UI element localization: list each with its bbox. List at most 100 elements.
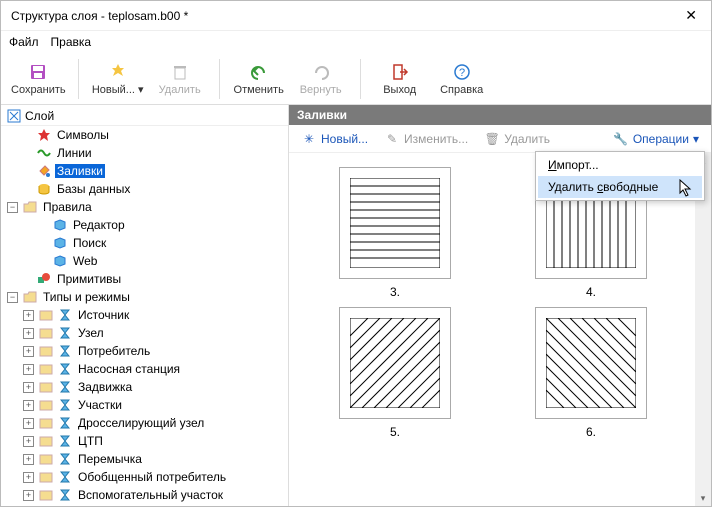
tree-item-lines[interactable]: Линии [1, 144, 288, 162]
tree-root[interactable]: Слой [1, 107, 288, 126]
window-title: Структура слоя - teplosam.b00 * [11, 9, 681, 23]
new-button[interactable]: Новый... ▾ [91, 56, 145, 102]
expand-icon[interactable]: + [23, 472, 34, 483]
help-icon: ? [452, 62, 472, 82]
vertical-scrollbar[interactable]: ▴ ▾ [695, 153, 711, 506]
panel-new-button[interactable]: ✳Новый... [295, 129, 374, 149]
exit-button[interactable]: Выход [373, 56, 427, 102]
tree-item-types[interactable]: −Типы и режимы [1, 288, 288, 306]
expand-icon[interactable]: + [23, 400, 34, 411]
pattern-item-3[interactable]: 3. [339, 167, 451, 299]
expand-icon[interactable]: + [23, 382, 34, 393]
pattern-item-6[interactable]: 6. [535, 307, 647, 439]
diagonal-hatch-reverse-icon [546, 318, 636, 408]
expand-icon[interactable]: + [23, 454, 34, 465]
collapse-icon[interactable]: − [7, 202, 18, 213]
folder-open-icon [22, 289, 38, 305]
folder-icon [38, 307, 54, 323]
pattern-grid: 3. 4. 5. 6. [289, 153, 711, 506]
expand-icon[interactable]: + [23, 436, 34, 447]
scroll-down-icon[interactable]: ▾ [695, 490, 711, 506]
tree-item-symbols[interactable]: Символы [1, 126, 288, 144]
collapse-icon[interactable]: − [7, 292, 18, 303]
tree-item-search[interactable]: Поиск [1, 234, 288, 252]
expand-icon[interactable]: + [23, 310, 34, 321]
expand-icon[interactable]: + [23, 364, 34, 375]
tree-item-db[interactable]: Базы данных [1, 180, 288, 198]
main-area: Слой Символы Линии Заливки Базы данных −… [1, 105, 711, 506]
ops-dropdown: Импорт... Удалить свободные [535, 151, 705, 201]
trash-icon [170, 62, 190, 82]
wrench-icon: 🔧 [613, 131, 629, 147]
tree-item-valve[interactable]: +Задвижка [1, 378, 288, 396]
pattern-item-5[interactable]: 5. [339, 307, 451, 439]
tree-item-throttle[interactable]: +Дросселирующий узел [1, 414, 288, 432]
folder-icon [38, 451, 54, 467]
tree-item-jumper[interactable]: +Перемычка [1, 450, 288, 468]
save-icon [28, 62, 48, 82]
horizontal-hatch-icon [350, 178, 440, 268]
new-icon [108, 61, 128, 81]
tree-item-web[interactable]: Web [1, 252, 288, 270]
hourglass-icon [57, 397, 73, 413]
tree-item-rules[interactable]: −Правила [1, 198, 288, 216]
save-button[interactable]: Сохранить [11, 56, 66, 102]
expand-icon[interactable]: + [23, 328, 34, 339]
help-button[interactable]: ? Справка [435, 56, 489, 102]
menu-edit[interactable]: Правка [51, 35, 92, 49]
close-button[interactable]: ✕ [681, 7, 701, 24]
app-window: Структура слоя - teplosam.b00 * ✕ Файл П… [0, 0, 712, 507]
bucket-icon [36, 163, 52, 179]
tree-item-gen-consumer[interactable]: +Обобщенный потребитель [1, 468, 288, 486]
panel-ops-button[interactable]: 🔧Операции ▾ [607, 129, 705, 149]
database-icon [36, 181, 52, 197]
hourglass-icon [57, 379, 73, 395]
delete-button: Удалить [153, 56, 207, 102]
sparkle-icon: ✳ [301, 131, 317, 147]
hourglass-icon [57, 433, 73, 449]
tree-item-sections[interactable]: +Участки [1, 396, 288, 414]
tree-item-fills[interactable]: Заливки [1, 162, 288, 180]
undo-button[interactable]: Отменить [232, 56, 286, 102]
pencil-icon: ✎ [384, 131, 400, 147]
hourglass-icon [57, 487, 73, 503]
titlebar: Структура слоя - teplosam.b00 * ✕ [1, 1, 711, 31]
hourglass-icon [57, 307, 73, 323]
tree-item-aux-section[interactable]: +Вспомогательный участок [1, 486, 288, 504]
folder-icon [38, 433, 54, 449]
tree-item-node[interactable]: +Узел [1, 324, 288, 342]
folder-open-icon [22, 199, 38, 215]
tree-item-primitives[interactable]: Примитивы [1, 270, 288, 288]
menu-file[interactable]: Файл [9, 35, 39, 49]
panel-edit-button: ✎Изменить... [378, 129, 474, 149]
hourglass-icon [57, 361, 73, 377]
shapes-icon [36, 271, 52, 287]
panel-title: Заливки [289, 105, 711, 125]
tree-panel[interactable]: Слой Символы Линии Заливки Базы данных −… [1, 105, 289, 506]
tree-item-editor[interactable]: Редактор [1, 216, 288, 234]
expand-icon[interactable]: + [23, 346, 34, 357]
diagonal-hatch-icon [350, 318, 440, 408]
star-icon [36, 127, 52, 143]
expand-icon[interactable]: + [23, 490, 34, 501]
folder-icon [38, 397, 54, 413]
hourglass-icon [57, 325, 73, 341]
folder-icon [38, 361, 54, 377]
dropdown-delete-free[interactable]: Удалить свободные [538, 176, 702, 198]
folder-icon [38, 487, 54, 503]
panel-toolbar: ✳Новый... ✎Изменить... 🗑Удалить 🔧Операци… [289, 125, 711, 153]
right-panel: Заливки ✳Новый... ✎Изменить... 🗑Удалить … [289, 105, 711, 506]
folder-icon [38, 415, 54, 431]
redo-button: Вернуть [294, 56, 348, 102]
chevron-down-icon: ▾ [693, 132, 699, 146]
tree-item-pump[interactable]: +Насосная станция [1, 360, 288, 378]
expand-icon[interactable]: + [23, 418, 34, 429]
tree-item-consumer[interactable]: +Потребитель [1, 342, 288, 360]
panel-delete-button: 🗑Удалить [478, 129, 556, 149]
cube-icon [52, 217, 68, 233]
folder-icon [38, 343, 54, 359]
dropdown-import[interactable]: Импорт... [538, 154, 702, 176]
tree-item-source[interactable]: +Источник [1, 306, 288, 324]
tree-item-ctp[interactable]: +ЦТП [1, 432, 288, 450]
hourglass-icon [57, 469, 73, 485]
